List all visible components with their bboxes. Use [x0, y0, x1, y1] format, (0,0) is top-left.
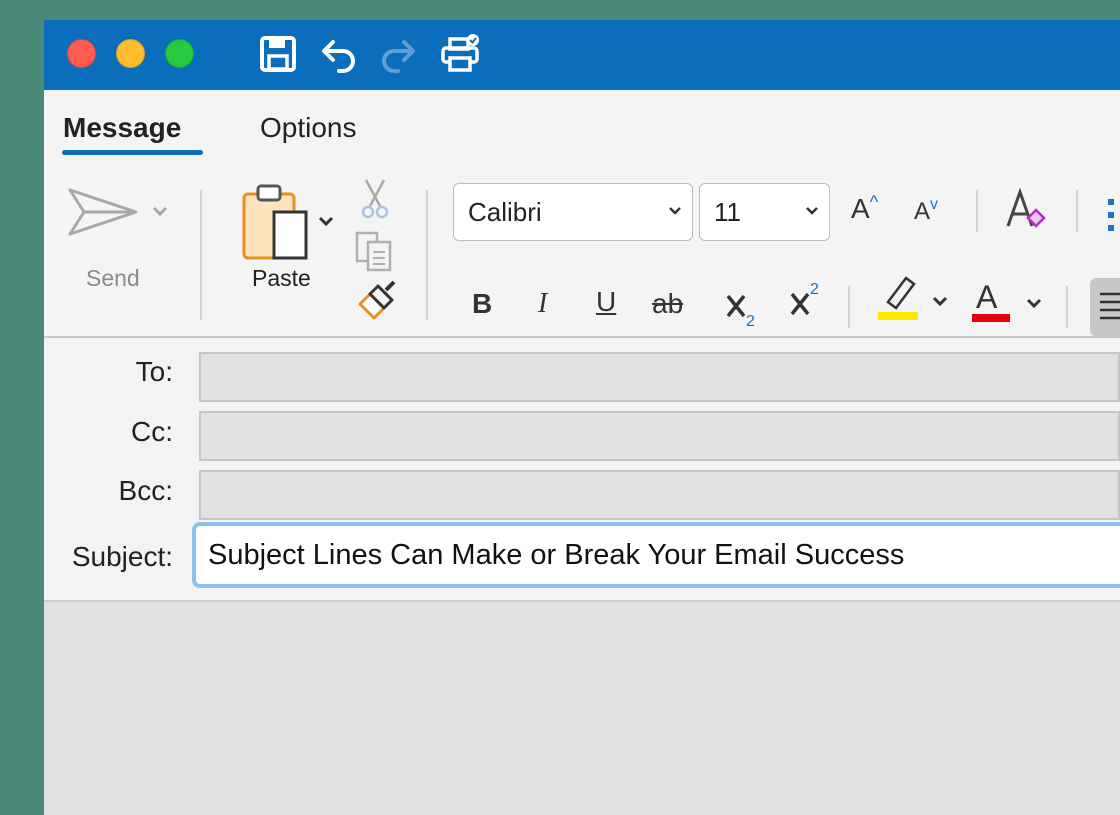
save-icon[interactable] [258, 34, 298, 74]
scissors-icon[interactable] [360, 178, 390, 220]
subject-field[interactable]: Subject Lines Can Make or Break Your Ema… [192, 522, 1120, 588]
close-window-button[interactable] [67, 39, 96, 68]
align-left-button[interactable] [1090, 278, 1120, 336]
font-color-button[interactable]: A [970, 274, 1050, 324]
print-icon[interactable] [440, 34, 480, 74]
title-bar [44, 20, 1120, 90]
paste-button[interactable] [242, 182, 342, 262]
copy-icon[interactable] [354, 230, 396, 272]
paste-label: Paste [252, 265, 311, 291]
subject-label: Subject: [71, 541, 173, 572]
cc-field[interactable] [199, 411, 1120, 461]
divider [200, 190, 202, 320]
divider [426, 190, 428, 320]
send-label: Send [86, 265, 140, 291]
bcc-field[interactable] [199, 470, 1120, 520]
divider [1066, 286, 1068, 328]
to-field[interactable] [199, 352, 1120, 402]
svg-text:2: 2 [810, 281, 819, 298]
divider [976, 190, 978, 232]
zoom-window-button[interactable] [165, 39, 194, 68]
chevron-down-icon [806, 207, 818, 215]
highlight-color-button[interactable] [876, 272, 956, 322]
font-family-select[interactable]: Calibri [453, 183, 693, 241]
divider [1076, 190, 1078, 232]
redo-icon[interactable] [378, 34, 418, 74]
bold-button[interactable]: B [472, 288, 492, 320]
format-painter-icon[interactable] [356, 280, 400, 320]
message-body[interactable] [44, 602, 1120, 815]
svg-text:2: 2 [746, 313, 755, 330]
chevron-down-icon [152, 206, 168, 217]
undo-icon[interactable] [319, 34, 359, 74]
divider [848, 286, 850, 328]
ribbon: Message Options Send Paste Calibri 11 A^… [44, 90, 1120, 338]
font-family-value: Calibri [468, 196, 542, 227]
compose-window: Message Options Send Paste Calibri 11 A^… [44, 20, 1120, 815]
caret-down-icon: v [930, 196, 939, 213]
chevron-down-icon [669, 207, 681, 215]
cc-label: Cc: [131, 416, 173, 447]
grow-font-button[interactable]: A^ [851, 192, 879, 225]
superscript-button[interactable]: 2 [788, 280, 822, 320]
tab-options[interactable]: Options [260, 112, 357, 144]
font-size-value: 11 [714, 196, 741, 227]
bullets-icon[interactable] [1104, 195, 1120, 235]
active-tab-indicator [62, 150, 203, 155]
shrink-font-letter: A [914, 198, 931, 225]
tab-message[interactable]: Message [63, 112, 181, 144]
svg-text:A: A [976, 279, 998, 315]
minimize-window-button[interactable] [116, 39, 145, 68]
to-label: To: [135, 356, 173, 387]
bcc-label: Bcc: [118, 475, 173, 506]
italic-button[interactable]: I [538, 288, 547, 320]
caret-up-icon: ^ [869, 192, 879, 212]
font-size-select[interactable]: 11 [699, 183, 830, 241]
shrink-font-button[interactable]: Av [914, 196, 939, 226]
clear-formatting-icon[interactable] [1004, 187, 1048, 234]
subscript-button[interactable]: 2 [724, 290, 758, 330]
send-button[interactable] [66, 182, 186, 252]
underline-button[interactable]: U [596, 286, 616, 318]
grow-font-letter: A [851, 193, 870, 224]
strikethrough-button[interactable]: ab [652, 288, 683, 320]
